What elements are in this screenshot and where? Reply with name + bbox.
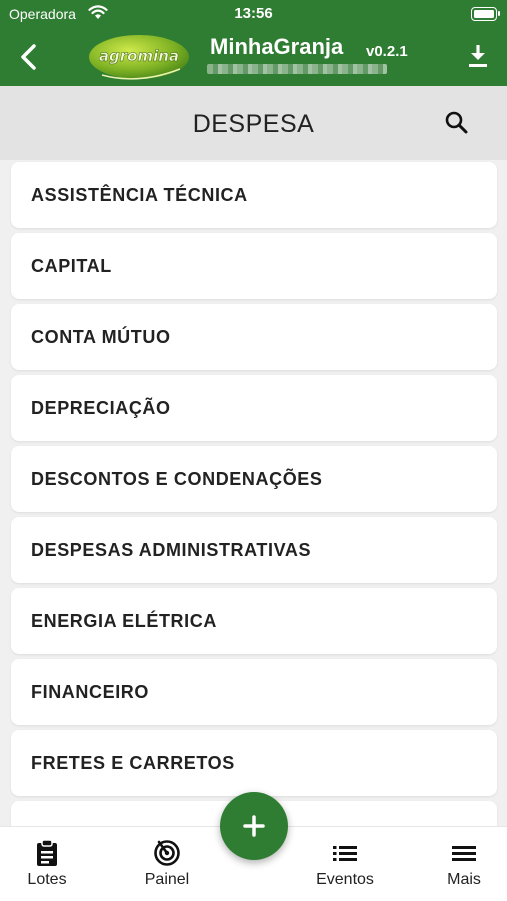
nav-eventos-label: Eventos (316, 871, 374, 888)
download-icon (469, 45, 487, 67)
blurred-subtitle (207, 64, 387, 74)
list-item[interactable]: CAPITAL (11, 233, 497, 299)
search-icon (445, 111, 468, 134)
app-bar: agromina MinhaGranja v0.2.1 (0, 28, 507, 86)
list-item[interactable]: ASSISTÊNCIA TÉCNICA (11, 162, 497, 228)
radar-icon (154, 840, 180, 866)
nav-painel-label: Painel (144, 871, 190, 888)
plus-icon (243, 815, 265, 837)
nav-mais-label: Mais (447, 871, 481, 888)
list-icon (333, 846, 357, 861)
top-bar: Operadora 13:56 agromina MinhaGranja v0.… (0, 0, 507, 86)
add-button[interactable] (220, 792, 288, 860)
list-item[interactable]: DEPRECIAÇÃO (11, 375, 497, 441)
back-button[interactable] (14, 40, 44, 74)
list-item[interactable]: DESPESAS ADMINISTRATIVAS (11, 517, 497, 583)
nav-eventos[interactable]: Eventos (308, 839, 382, 889)
chevron-left-icon (21, 44, 36, 70)
status-bar: Operadora 13:56 (0, 0, 507, 28)
page-title: DESPESA (192, 110, 315, 138)
nav-lotes-label: Lotes (27, 871, 67, 888)
list-item[interactable]: ENERGIA ELÉTRICA (11, 588, 497, 654)
status-time: 13:56 (234, 5, 273, 22)
search-button[interactable] (444, 110, 470, 136)
nav-painel[interactable]: Painel (136, 839, 198, 889)
menu-icon (452, 846, 476, 861)
download-button[interactable] (466, 42, 490, 70)
clipboard-icon (37, 839, 57, 866)
list-item[interactable]: FINANCEIRO (11, 659, 497, 725)
list-item[interactable]: CONTA MÚTUO (11, 304, 497, 370)
nav-mais[interactable]: Mais (438, 839, 490, 889)
agromina-logo: agromina (89, 35, 189, 80)
nav-lotes[interactable]: Lotes (17, 839, 77, 889)
battery-icon (471, 7, 500, 21)
app-version: v0.2.1 (366, 43, 408, 60)
list-item[interactable]: FRETES E CARRETOS (11, 730, 497, 796)
logo-text: agromina (99, 47, 179, 65)
list-item[interactable]: DESCONTOS E CONDENAÇÕES (11, 446, 497, 512)
app-title: MinhaGranja (210, 34, 344, 59)
section-header: DESPESA (0, 86, 507, 160)
expense-category-list: ASSISTÊNCIA TÉCNICA CAPITAL CONTA MÚTUO … (11, 162, 497, 872)
